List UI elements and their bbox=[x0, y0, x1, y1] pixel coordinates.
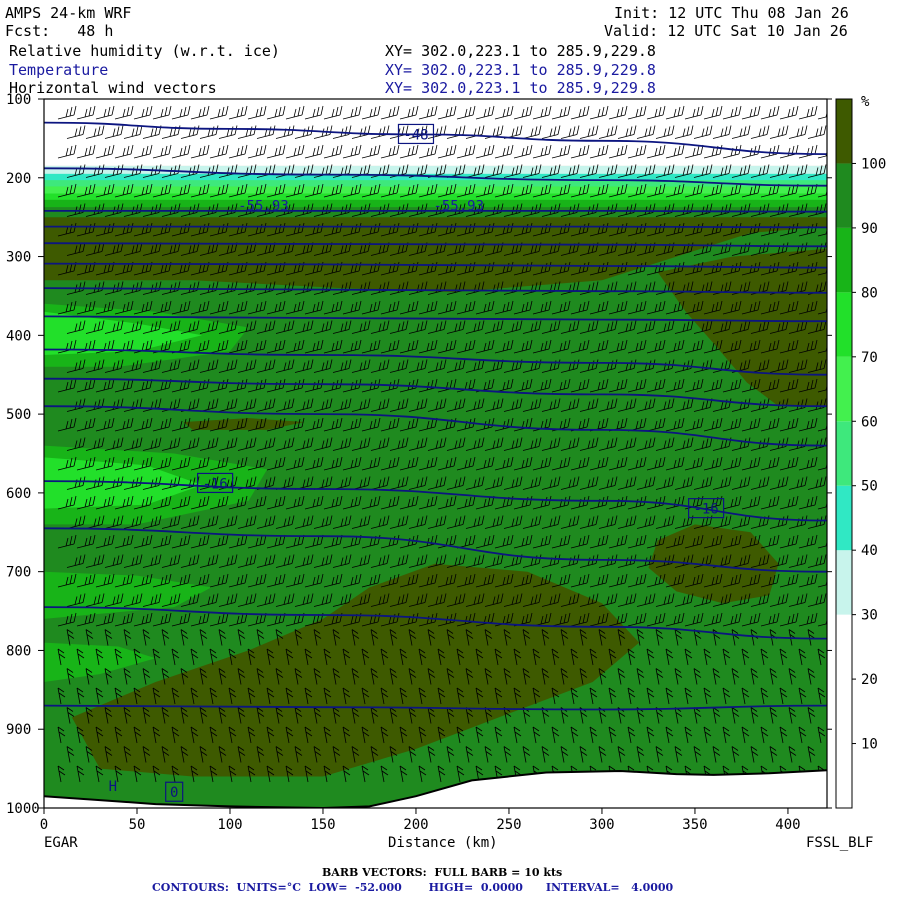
colorbar-bin bbox=[836, 421, 852, 486]
colorbar-bin bbox=[836, 614, 852, 808]
x-tick-label: 100 bbox=[217, 817, 242, 833]
x-tick-label: 250 bbox=[496, 817, 521, 833]
colorbar-tick-label: 20 bbox=[861, 672, 878, 688]
colorbar-bin bbox=[836, 292, 852, 357]
tropopause-label: -55.93 bbox=[433, 198, 484, 214]
y-tick-label: 400 bbox=[6, 328, 31, 344]
y-tick-label: 800 bbox=[6, 643, 31, 659]
tropopause-label: -55.93 bbox=[238, 198, 289, 214]
high-marker: H bbox=[109, 779, 117, 795]
plot-area: -48 -16 -16 0 -55.93 -55.93 H bbox=[44, 99, 827, 808]
colorbar-bin bbox=[836, 99, 852, 164]
contour-label: -16 bbox=[202, 476, 227, 492]
colorbar-tick-label: 50 bbox=[861, 479, 878, 495]
y-tick-label: 1000 bbox=[6, 801, 40, 817]
cross-section-chart: -48-16-160-55.93 -55.93H10020030040050060… bbox=[6, 92, 886, 833]
colorbar-tick-label: 90 bbox=[861, 221, 878, 237]
colorbar-tick-label: 30 bbox=[861, 608, 878, 624]
right-station-label: FSSL_BLF bbox=[806, 835, 874, 851]
x-tick-label: 150 bbox=[310, 817, 335, 833]
x-tick-label: 400 bbox=[775, 817, 800, 833]
y-tick-label: 700 bbox=[6, 565, 31, 581]
colorbar-tick-label: 40 bbox=[861, 543, 878, 559]
x-axis-label: Distance (km) bbox=[388, 835, 498, 851]
colorbar-tick-label: 100 bbox=[861, 156, 886, 172]
x-tick-label: 350 bbox=[682, 817, 707, 833]
contour-label: 0 bbox=[170, 785, 178, 801]
colorbar-tick-label: 70 bbox=[861, 350, 878, 366]
y-tick-label: 200 bbox=[6, 171, 31, 187]
contour-label: -48 bbox=[403, 127, 428, 143]
left-station-label: EGAR bbox=[44, 835, 78, 851]
temperature-contour-line bbox=[44, 225, 827, 229]
rh-transition-band bbox=[44, 180, 827, 188]
colorbar-tick-label: 60 bbox=[861, 414, 878, 430]
x-tick-label: 0 bbox=[40, 817, 48, 833]
y-tick-label: 600 bbox=[6, 486, 31, 502]
colorbar-bin bbox=[836, 550, 852, 615]
y-tick-label: 300 bbox=[6, 250, 31, 266]
rh-transition-band bbox=[44, 173, 827, 182]
colorbar-unit: % bbox=[861, 94, 870, 110]
barb-note: BARB VECTORS: FULL BARB = 10 kts bbox=[322, 866, 563, 879]
x-tick-label: 50 bbox=[129, 817, 146, 833]
y-tick-label: 100 bbox=[6, 92, 31, 108]
colorbar-bin bbox=[836, 227, 852, 293]
y-tick-label: 500 bbox=[6, 407, 31, 423]
x-tick-label: 300 bbox=[589, 817, 614, 833]
x-tick-label: 200 bbox=[403, 817, 428, 833]
contour-label: -16 bbox=[693, 502, 718, 518]
colorbar-tick-label: 10 bbox=[861, 737, 878, 753]
colorbar-bin bbox=[836, 163, 852, 228]
y-tick-label: 900 bbox=[6, 722, 31, 738]
colorbar-bin bbox=[836, 356, 852, 422]
contour-note: CONTOURS: UNITS=°C LOW= -52.000 HIGH= 0.… bbox=[152, 881, 674, 894]
colorbar-tick-label: 80 bbox=[861, 285, 878, 301]
colorbar-bin bbox=[836, 485, 852, 551]
